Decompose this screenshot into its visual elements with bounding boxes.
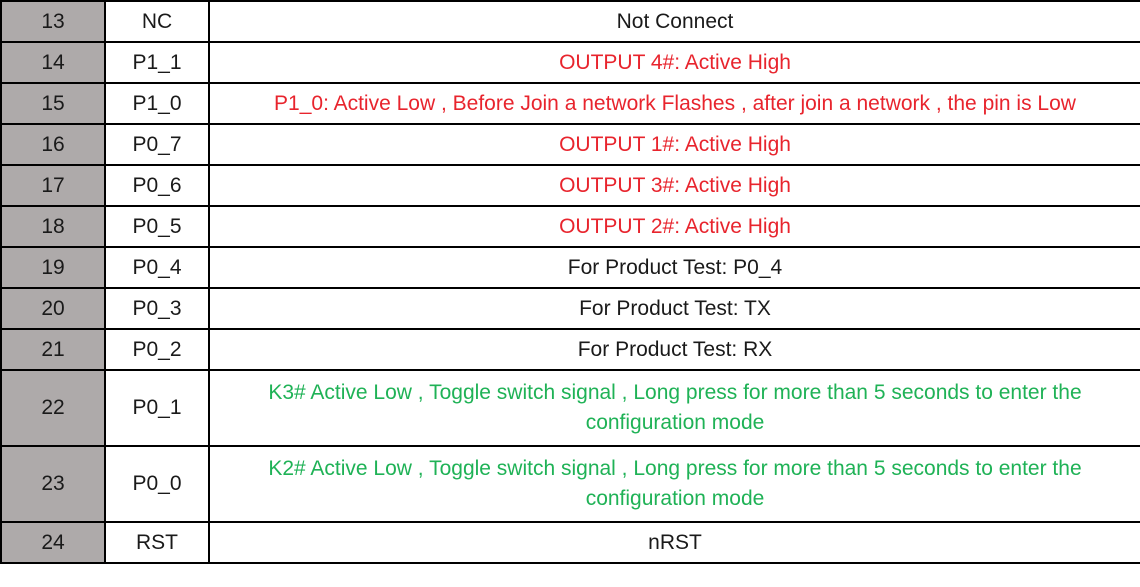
table-row: 22 P0_1 K3# Active Low , Toggle switch s… — [0, 369, 1140, 447]
table-row: 23 P0_0 K2# Active Low , Toggle switch s… — [0, 445, 1140, 523]
pin-description-cell: P1_0: Active Low , Before Join a network… — [208, 82, 1140, 125]
pin-description-cell: K3# Active Low , Toggle switch signal , … — [208, 369, 1140, 447]
pin-description-cell: OUTPUT 2#: Active High — [208, 205, 1140, 248]
pin-name-cell: P0_4 — [104, 246, 210, 289]
pin-name-cell: P0_5 — [104, 205, 210, 248]
pin-name-cell: NC — [104, 0, 210, 43]
pin-number-cell: 19 — [0, 246, 106, 289]
pin-description-cell: For Product Test: TX — [208, 287, 1140, 330]
table-row: 24 RST nRST — [0, 521, 1140, 564]
pin-number-cell: 14 — [0, 41, 106, 84]
pin-description-cell: For Product Test: RX — [208, 328, 1140, 371]
pin-number-cell: 21 — [0, 328, 106, 371]
table-row: 20 P0_3 For Product Test: TX — [0, 287, 1140, 330]
pin-name-cell: P0_2 — [104, 328, 210, 371]
pin-name-cell: P0_0 — [104, 445, 210, 523]
pin-description-cell: K2# Active Low , Toggle switch signal , … — [208, 445, 1140, 523]
table-row: 15 P1_0 P1_0: Active Low , Before Join a… — [0, 82, 1140, 125]
pin-name-cell: P1_1 — [104, 41, 210, 84]
table-row: 17 P0_6 OUTPUT 3#: Active High — [0, 164, 1140, 207]
pin-name-cell: P0_7 — [104, 123, 210, 166]
pin-description-cell: Not Connect — [208, 0, 1140, 43]
pin-number-cell: 16 — [0, 123, 106, 166]
pin-number-cell: 18 — [0, 205, 106, 248]
pin-number-cell: 15 — [0, 82, 106, 125]
pin-description-cell: OUTPUT 4#: Active High — [208, 41, 1140, 84]
pin-name-cell: P0_1 — [104, 369, 210, 447]
table-row: 13 NC Not Connect — [0, 0, 1140, 43]
table-row: 21 P0_2 For Product Test: RX — [0, 328, 1140, 371]
pin-table-body: 13 NC Not Connect 14 P1_1 OUTPUT 4#: Act… — [0, 0, 1140, 564]
pin-name-cell: P1_0 — [104, 82, 210, 125]
table-row: 19 P0_4 For Product Test: P0_4 — [0, 246, 1140, 289]
pin-name-cell: P0_6 — [104, 164, 210, 207]
pin-number-cell: 22 — [0, 369, 106, 447]
pin-number-cell: 20 — [0, 287, 106, 330]
table-row: 18 P0_5 OUTPUT 2#: Active High — [0, 205, 1140, 248]
pin-description-cell: OUTPUT 3#: Active High — [208, 164, 1140, 207]
table-row: 16 P0_7 OUTPUT 1#: Active High — [0, 123, 1140, 166]
pin-number-cell: 13 — [0, 0, 106, 43]
pin-description-cell: For Product Test: P0_4 — [208, 246, 1140, 289]
pin-name-cell: RST — [104, 521, 210, 564]
pin-name-cell: P0_3 — [104, 287, 210, 330]
pin-description-cell: OUTPUT 1#: Active High — [208, 123, 1140, 166]
pin-number-cell: 17 — [0, 164, 106, 207]
table-row: 14 P1_1 OUTPUT 4#: Active High — [0, 41, 1140, 84]
pin-number-cell: 23 — [0, 445, 106, 523]
pin-description-cell: nRST — [208, 521, 1140, 564]
pin-definition-table: 13 NC Not Connect 14 P1_1 OUTPUT 4#: Act… — [0, 0, 1140, 564]
pin-number-cell: 24 — [0, 521, 106, 564]
